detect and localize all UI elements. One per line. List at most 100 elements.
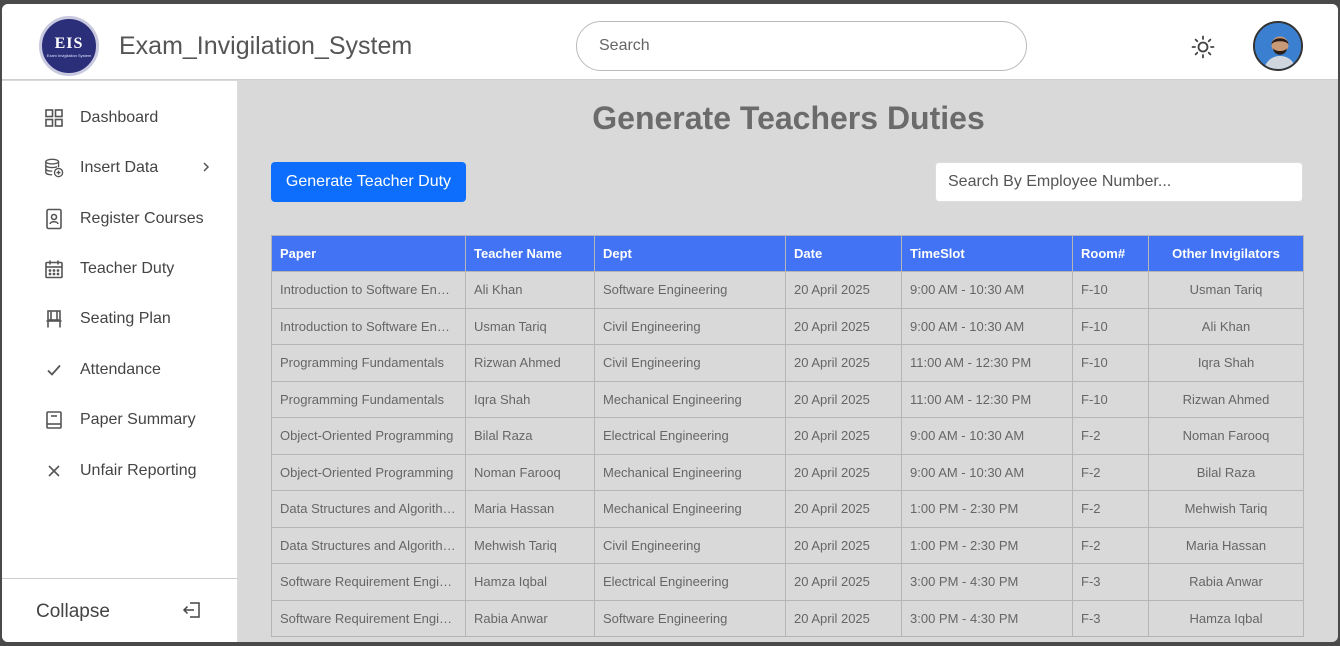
sidebar-item-label: Register Courses <box>80 210 204 227</box>
sidebar-item-label: Dashboard <box>80 109 159 126</box>
cell-date: 20 April 2025 <box>785 599 902 637</box>
sidebar-item-teacher-duty[interactable]: Teacher Duty <box>2 249 238 289</box>
column-header-room[interactable]: Room# <box>1072 235 1149 272</box>
column-header-dept[interactable]: Dept <box>594 235 786 272</box>
cell-room: F-3 <box>1072 599 1149 637</box>
top-header: EIS Exam Invigilation System Exam_Invigi… <box>2 4 1338 80</box>
sidebar-item-insert-data[interactable]: Insert Data <box>2 148 238 188</box>
id-badge-icon <box>44 208 64 230</box>
cell-paper: Software Requirement Engine... <box>271 599 466 637</box>
chevron-right-icon <box>202 161 210 175</box>
cell-timeslot: 11:00 AM - 12:30 PM <box>901 380 1073 418</box>
teacher-duty-table: Paper Teacher Name Dept Date TimeSlot Ro… <box>271 235 1304 637</box>
table-row[interactable]: Software Requirement Engine... Hamza Iqba… <box>271 563 1304 601</box>
book-icon <box>44 410 64 430</box>
chair-icon <box>44 309 64 329</box>
sidebar-item-paper-summary[interactable]: Paper Summary <box>2 400 238 440</box>
page-title: Generate Teachers Duties <box>592 100 985 136</box>
cell-timeslot: 9:00 AM - 10:30 AM <box>901 453 1073 491</box>
cell-other-invigilators: Bilal Raza <box>1148 453 1304 491</box>
cell-dept: Software Engineering <box>594 271 786 309</box>
user-photo-icon <box>1255 23 1301 69</box>
cell-timeslot: 3:00 PM - 4:30 PM <box>901 599 1073 637</box>
logo-subtext: Exam Invigilation System <box>46 52 92 58</box>
table-row[interactable]: Software Requirement Engine... Rabia Anwa… <box>271 599 1304 637</box>
user-avatar[interactable] <box>1253 21 1303 71</box>
cell-timeslot: 9:00 AM - 10:30 AM <box>901 417 1073 455</box>
cell-room: F-2 <box>1072 417 1149 455</box>
table-row[interactable]: Data Structures and Algorithms Maria Hass… <box>271 490 1304 528</box>
cell-other-invigilators: Ali Khan <box>1148 307 1304 345</box>
cell-paper: Programming Fundamentals <box>271 380 466 418</box>
table-row[interactable]: Object-Oriented Programming Noman Farooq M… <box>271 453 1304 491</box>
employee-number-search-input[interactable] <box>935 162 1303 202</box>
theme-toggle-button[interactable] <box>1190 34 1216 60</box>
cell-other-invigilators: Iqra Shah <box>1148 344 1304 382</box>
cell-other-invigilators: Hamza Iqbal <box>1148 599 1304 637</box>
column-header-other-invigilators[interactable]: Other Invigilators <box>1148 235 1304 272</box>
cell-dept: Civil Engineering <box>594 344 786 382</box>
check-icon <box>44 360 64 380</box>
cell-dept: Civil Engineering <box>594 526 786 564</box>
cell-timeslot: 9:00 AM - 10:30 AM <box>901 307 1073 345</box>
cell-paper: Introduction to Software Engi... <box>271 307 466 345</box>
generate-teacher-duty-button[interactable]: Generate Teacher Duty <box>271 162 466 202</box>
collapse-button[interactable]: Collapse <box>2 578 238 642</box>
cell-teacher-name: Mehwish Tariq <box>465 526 595 564</box>
cell-dept: Electrical Engineering <box>594 417 786 455</box>
cell-date: 20 April 2025 <box>785 563 902 601</box>
cell-date: 20 April 2025 <box>785 453 902 491</box>
cell-timeslot: 1:00 PM - 2:30 PM <box>901 490 1073 528</box>
cell-paper: Object-Oriented Programming <box>271 453 466 491</box>
column-header-paper[interactable]: Paper <box>271 235 466 272</box>
table-body: Introduction to Software Engi... Ali Khan… <box>271 271 1304 637</box>
sidebar-item-attendance[interactable]: Attendance <box>2 350 238 390</box>
cell-room: F-10 <box>1072 380 1149 418</box>
sidebar: Dashboard Insert Data Register Courses T… <box>2 81 238 642</box>
cell-room: F-2 <box>1072 490 1149 528</box>
logo-text: EIS <box>54 34 84 52</box>
table-row[interactable]: Data Structures and Algorithms Mehwish Ta… <box>271 526 1304 564</box>
sidebar-item-label: Attendance <box>80 361 161 378</box>
cell-date: 20 April 2025 <box>785 417 902 455</box>
cell-room: F-2 <box>1072 526 1149 564</box>
cell-other-invigilators: Rizwan Ahmed <box>1148 380 1304 418</box>
cell-other-invigilators: Rabia Anwar <box>1148 563 1304 601</box>
cell-date: 20 April 2025 <box>785 344 902 382</box>
cell-other-invigilators: Mehwish Tariq <box>1148 490 1304 528</box>
table-row[interactable]: Object-Oriented Programming Bilal Raza Ele… <box>271 417 1304 455</box>
search-input[interactable] <box>576 21 1027 71</box>
close-icon <box>44 461 64 481</box>
sign-out-icon <box>182 600 202 625</box>
sidebar-item-dashboard[interactable]: Dashboard <box>2 98 238 138</box>
sun-icon <box>1191 35 1215 59</box>
sidebar-item-label: Seating Plan <box>80 310 171 327</box>
column-header-date[interactable]: Date <box>785 235 902 272</box>
cell-paper: Programming Fundamentals <box>271 344 466 382</box>
column-header-timeslot[interactable]: TimeSlot <box>901 235 1073 272</box>
table-row[interactable]: Programming Fundamentals Rizwan Ahmed Civi… <box>271 344 1304 382</box>
sidebar-item-register-courses[interactable]: Register Courses <box>2 199 238 239</box>
cell-other-invigilators: Usman Tariq <box>1148 271 1304 309</box>
table-header-row: Paper Teacher Name Dept Date TimeSlot Ro… <box>271 235 1304 272</box>
table-row[interactable]: Introduction to Software Engi... Usman Ta… <box>271 307 1304 345</box>
cell-teacher-name: Noman Farooq <box>465 453 595 491</box>
cell-dept: Civil Engineering <box>594 307 786 345</box>
cell-paper: Data Structures and Algorithms <box>271 526 466 564</box>
sidebar-item-unfair-reporting[interactable]: Unfair Reporting <box>2 451 238 491</box>
app-title: Exam_Invigilation_System <box>119 32 413 60</box>
cell-teacher-name: Bilal Raza <box>465 417 595 455</box>
collapse-label: Collapse <box>36 601 110 622</box>
cell-date: 20 April 2025 <box>785 307 902 345</box>
cell-timeslot: 9:00 AM - 10:30 AM <box>901 271 1073 309</box>
cell-teacher-name: Rizwan Ahmed <box>465 344 595 382</box>
cell-dept: Electrical Engineering <box>594 563 786 601</box>
sidebar-item-seating-plan[interactable]: Seating Plan <box>2 299 238 339</box>
table-row[interactable]: Programming Fundamentals Iqra Shah Mechani… <box>271 380 1304 418</box>
table-row[interactable]: Introduction to Software Engi... Ali Khan… <box>271 271 1304 309</box>
cell-room: F-10 <box>1072 271 1149 309</box>
sidebar-item-label: Unfair Reporting <box>80 462 197 479</box>
cell-dept: Mechanical Engineering <box>594 490 786 528</box>
cell-dept: Software Engineering <box>594 599 786 637</box>
column-header-teacher-name[interactable]: Teacher Name <box>465 235 595 272</box>
